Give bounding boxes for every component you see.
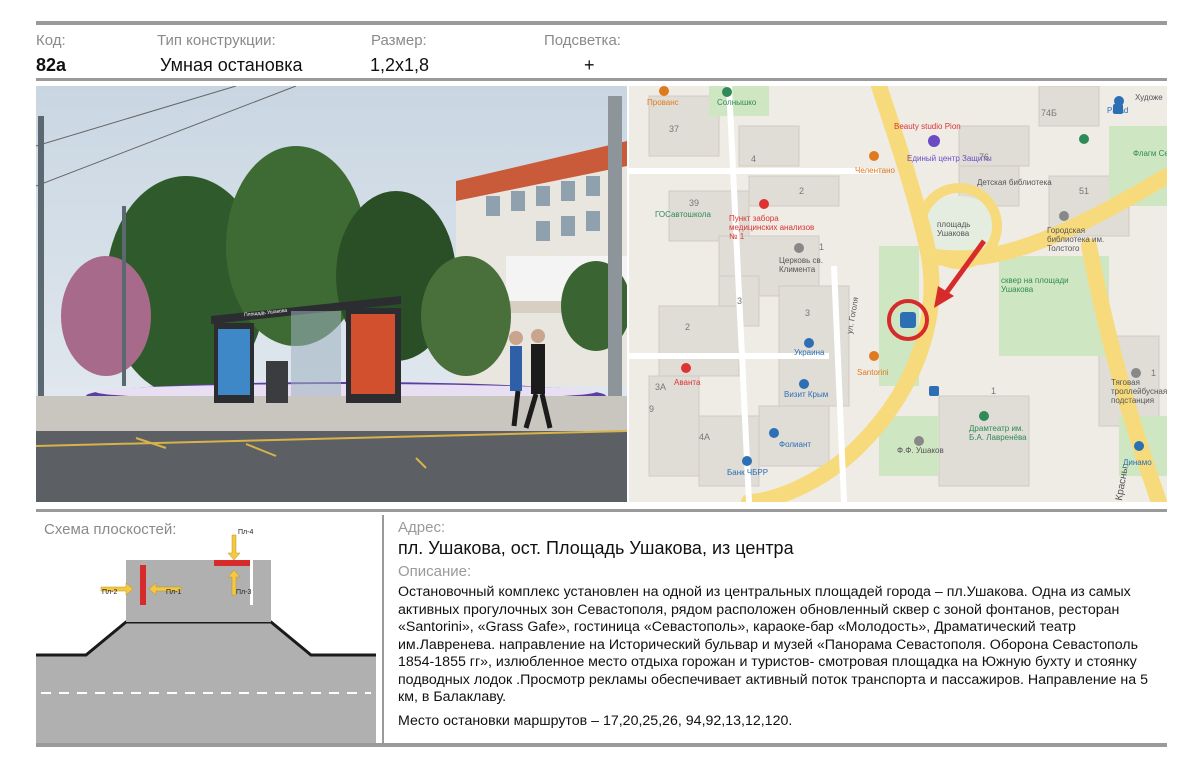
building-number: 39 <box>689 198 700 208</box>
light-label: Подсветка: <box>544 32 621 49</box>
mid-rule <box>36 509 1167 512</box>
plane-label-2: Пл-2 <box>102 589 118 596</box>
address-label: Адрес: <box>398 519 446 536</box>
address-value: пл. Ушакова, ост. Площадь Ушакова, из це… <box>398 538 794 558</box>
building-number: 2 <box>799 186 805 196</box>
code-value: 82а <box>36 55 67 75</box>
plane-label-4: Пл-4 <box>238 529 254 536</box>
size-label: Размер: <box>371 32 427 49</box>
building-number: 3А <box>655 382 667 392</box>
map-label-tserkov: Церковь св. Климента <box>779 256 823 274</box>
photo-illustration: SE <box>36 86 627 502</box>
building-number: 9 <box>649 404 655 414</box>
building-number: 51 <box>1079 186 1090 196</box>
map-label-vizit: Визит Крым <box>784 390 829 399</box>
map-label-chelentano: Челентано <box>855 166 895 175</box>
description-label: Описание: <box>398 563 472 580</box>
building-number: 76 <box>979 152 990 162</box>
plane-label-1: Пл-1 <box>166 589 182 596</box>
map-label-provans: Прованс <box>647 98 679 107</box>
map-label-dramteatr: Драмтеатр им. Б.А. Лавренёва <box>969 424 1027 442</box>
map-label-dinamo: Динамо <box>1123 458 1152 467</box>
building-number: 4А <box>699 432 711 442</box>
map-label-beauty: Beauty studio Pion <box>894 122 961 131</box>
building-number: 3 <box>805 308 811 318</box>
map-label-flagm: Флагм Севас <box>1133 149 1167 158</box>
map-label-ploshad: площадь Ушакова <box>937 220 971 238</box>
map-label-fushakov: Ф.Ф. Ушаков <box>897 446 944 455</box>
map-label-parad: Parad <box>1107 106 1129 115</box>
map-label-avanta: Аванта <box>674 378 701 387</box>
location-map: Прованс Солнышко Beauty studio Pion Para… <box>629 86 1167 502</box>
top-rule <box>36 21 1167 25</box>
map-label-hudozh: Художе <box>1135 93 1163 102</box>
stops-text: Место остановки маршрутов – 17,20,25,26,… <box>398 713 793 729</box>
map-label-solnyshko: Солнышко <box>717 98 757 107</box>
map-label-gos: ГОСавтошкола <box>655 210 711 219</box>
building-number: 3 <box>737 296 743 306</box>
bottom-rule <box>36 743 1167 747</box>
map-label-ukraina: Украина <box>794 348 825 357</box>
code-label: Код: <box>36 32 66 49</box>
building-number: 1 <box>1151 368 1157 378</box>
scheme-drawing <box>36 534 376 743</box>
location-photo: SE <box>36 86 627 502</box>
type-label: Тип конструкции: <box>157 32 276 49</box>
plane-label-3: Пл-3 <box>236 589 252 596</box>
map-label-bank: Банк ЧБРР <box>727 468 769 477</box>
section-divider <box>382 515 384 743</box>
map-label-detskaya: Детская библиотека <box>977 178 1052 187</box>
map-label-santorini: Santorini <box>857 368 889 377</box>
map-label-punkt: Пункт забора медицинских анализов № 1 <box>729 214 815 241</box>
map-label-folliant: Фолиант <box>779 440 812 449</box>
map-label-tyagovaya: Тяговая троллейбусная подстанция <box>1111 378 1167 405</box>
light-value: + <box>584 55 595 75</box>
building-number: 1 <box>819 242 825 252</box>
size-value: 1,2х1,8 <box>370 55 430 75</box>
planes-scheme: Схема плоскостей: Пл-1 Пл-2 Пл-3 Пл-4 <box>36 515 376 743</box>
building-number: 2 <box>685 322 691 332</box>
type-value: Умная остановка <box>160 55 303 75</box>
building-number: 1 <box>991 386 997 396</box>
watermark: DOOH.RU <box>820 683 1108 748</box>
building-number: 4 <box>751 154 757 164</box>
map-label-gorod: Городская библиотека им. Толстого <box>1047 226 1105 253</box>
map-label-skver: сквер на площади Ушакова <box>1001 276 1069 294</box>
building-number: 74Б <box>1041 108 1057 118</box>
building-number: 37 <box>669 124 680 134</box>
header-rule <box>36 78 1167 81</box>
